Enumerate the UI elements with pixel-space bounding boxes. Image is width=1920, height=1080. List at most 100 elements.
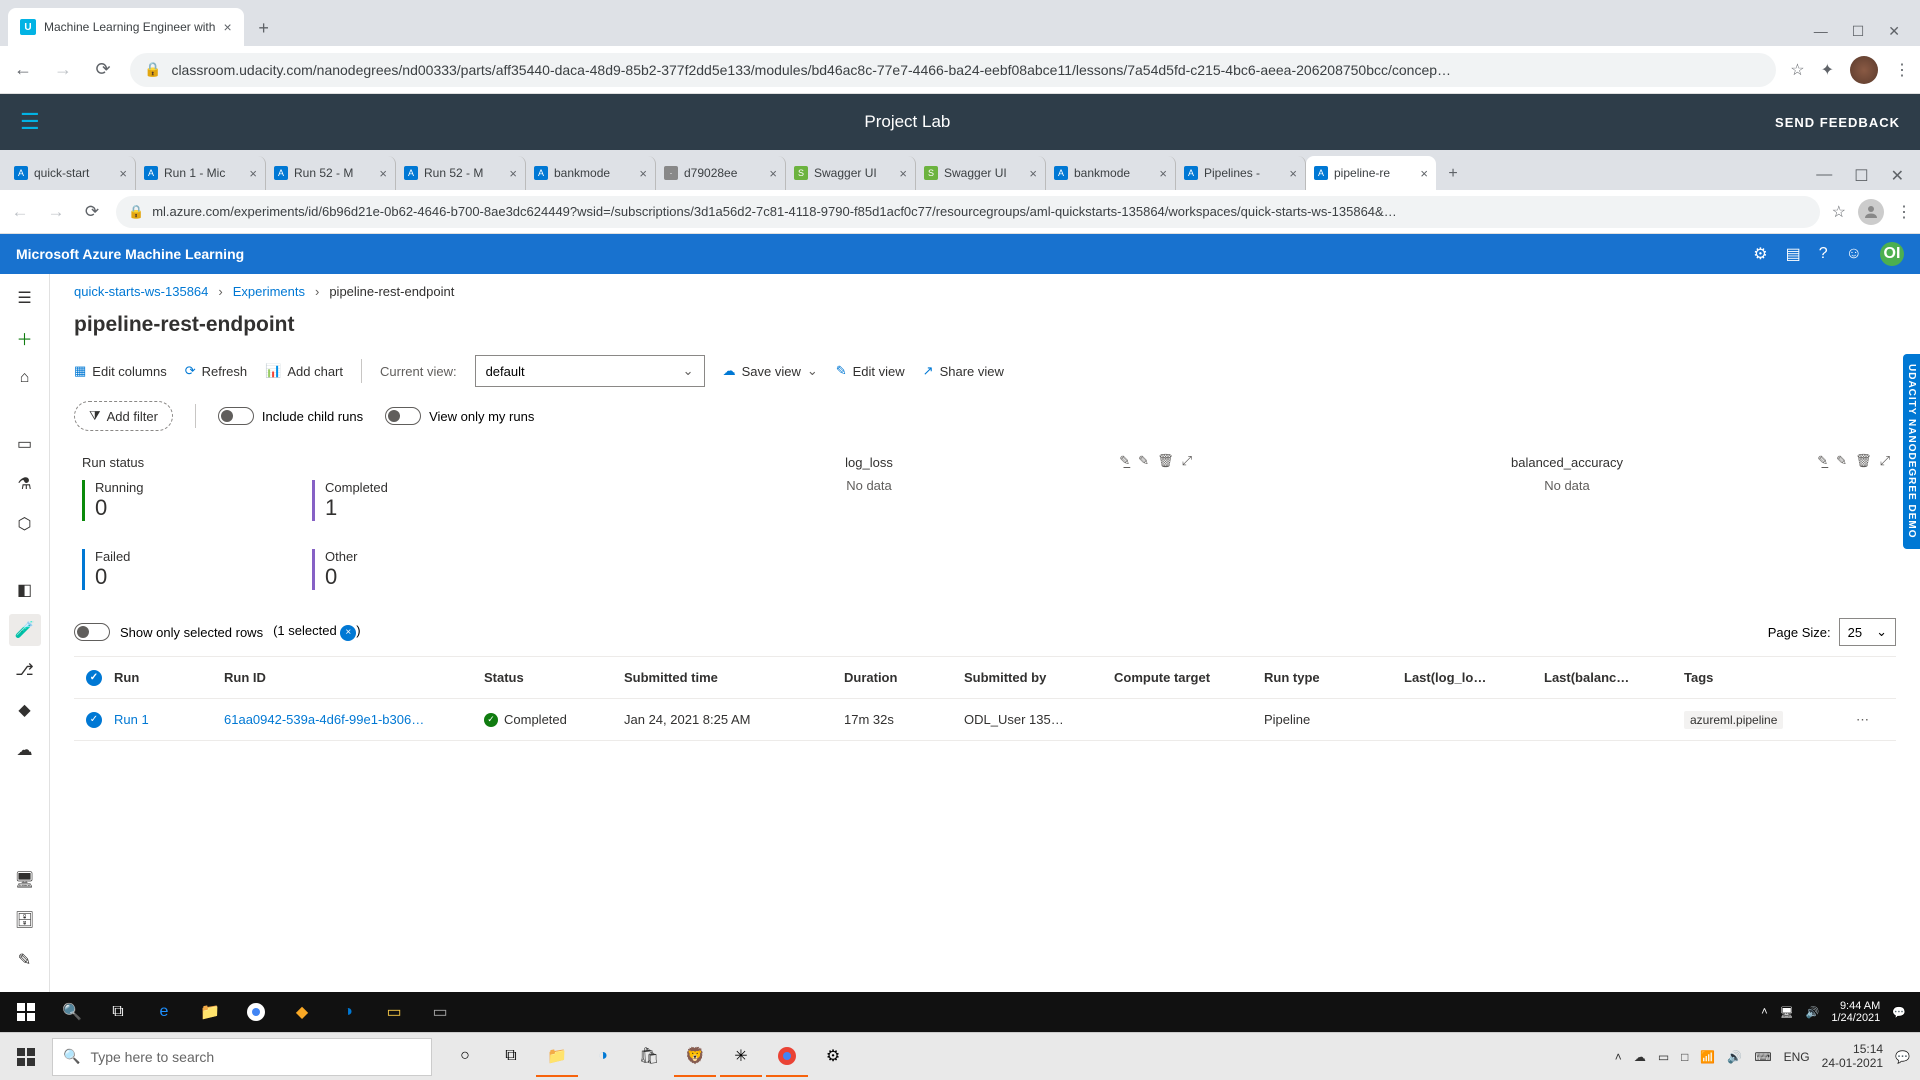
inner-tab-run52a[interactable]: ARun 52 - M× xyxy=(266,156,396,190)
help-icon[interactable]: ? xyxy=(1819,245,1828,263)
edit-view-button[interactable]: ✎Edit view xyxy=(836,363,905,379)
models-icon[interactable]: ◆ xyxy=(9,694,41,726)
notebook-icon[interactable]: ▤ xyxy=(1786,244,1801,264)
trash-icon[interactable]: 🗑 xyxy=(1157,453,1174,469)
close-icon[interactable]: × xyxy=(769,166,777,181)
tray-chevron-icon[interactable]: ˄ xyxy=(1615,1050,1622,1064)
search-icon[interactable]: 🔍 xyxy=(52,996,92,1028)
close-icon[interactable]: × xyxy=(223,19,231,35)
endpoints-icon[interactable]: ☁ xyxy=(9,734,41,766)
edit-columns-button[interactable]: ▦Edit columns xyxy=(74,363,167,379)
expand-icon[interactable]: ⤢ xyxy=(1880,453,1890,469)
menu-icon[interactable]: ☰ xyxy=(9,282,41,314)
slack-icon[interactable]: ✳ xyxy=(720,1037,762,1077)
close-icon[interactable]: × xyxy=(119,166,127,181)
plus-icon[interactable]: ＋ xyxy=(9,322,41,354)
add-filter-button[interactable]: ⧩Add filter xyxy=(74,401,173,431)
outer-omnibox[interactable]: 🔒 classroom.udacity.com/nanodegrees/nd00… xyxy=(130,53,1776,87)
inner-tab-run1[interactable]: ARun 1 - Mic× xyxy=(136,156,266,190)
explorer-icon[interactable]: 📁 xyxy=(536,1037,578,1077)
forward-icon[interactable]: → xyxy=(44,202,68,222)
send-feedback-link[interactable]: SEND FEEDBACK xyxy=(1775,115,1900,130)
trash-icon[interactable]: 🗑 xyxy=(1855,453,1872,469)
notifications-icon[interactable]: 💬 xyxy=(1892,1006,1906,1019)
add-chart-button[interactable]: 📊Add chart xyxy=(265,363,343,379)
close-icon[interactable]: × xyxy=(899,166,907,181)
chrome-icon[interactable] xyxy=(236,996,276,1028)
tray-network-icon[interactable]: 🖥 xyxy=(1780,1006,1794,1019)
notebooks-icon[interactable]: ▭ xyxy=(9,428,41,460)
col-run-type[interactable]: Run type xyxy=(1264,670,1404,685)
chart-type-icon[interactable]: ✎̲ xyxy=(1817,453,1828,469)
inner-tab-run52b[interactable]: ARun 52 - M× xyxy=(396,156,526,190)
chrome-icon[interactable] xyxy=(766,1037,808,1077)
inner-tab-swagger1[interactable]: SSwagger UI× xyxy=(786,156,916,190)
back-icon[interactable]: ← xyxy=(8,202,32,222)
close-icon[interactable]: × xyxy=(379,166,387,181)
save-view-button[interactable]: ☁Save view⌄ xyxy=(723,363,818,379)
breadcrumb-experiments[interactable]: Experiments xyxy=(233,284,305,299)
inner-tab-bankmodel1[interactable]: Abankmode× xyxy=(526,156,656,190)
close-icon[interactable]: × xyxy=(509,166,517,181)
clear-selection-icon[interactable]: × xyxy=(340,625,356,641)
labeling-icon[interactable]: ✎ xyxy=(9,944,41,976)
share-view-button[interactable]: ↗Share view xyxy=(923,363,1004,379)
inner-tab-pipeline-rest[interactable]: Apipeline-re× xyxy=(1306,156,1436,190)
outer-avatar[interactable] xyxy=(1850,56,1878,84)
new-tab-button[interactable]: + xyxy=(250,14,278,42)
more-icon[interactable]: ⋮ xyxy=(1894,60,1910,80)
close-window-icon[interactable]: ✕ xyxy=(1891,166,1904,186)
minimize-icon[interactable]: — xyxy=(1816,166,1832,186)
wifi-icon[interactable]: 📶 xyxy=(1700,1050,1715,1064)
inner-omnibox[interactable]: 🔒 ml.azure.com/experiments/id/6b96d21e-0… xyxy=(116,196,1820,228)
run-id-link[interactable]: 61aa0942-539a-4d6f-99e1-b306… xyxy=(224,712,484,727)
automl-icon[interactable]: ⚗ xyxy=(9,468,41,500)
compute-icon[interactable]: 🖥 xyxy=(9,864,41,896)
col-run-id[interactable]: Run ID xyxy=(224,670,484,685)
brave-icon[interactable]: 🦁 xyxy=(674,1037,716,1077)
close-icon[interactable]: × xyxy=(639,166,647,181)
col-run[interactable]: Run xyxy=(114,670,224,685)
close-icon[interactable]: × xyxy=(1420,166,1428,181)
tray-sound-icon[interactable]: 🔊 xyxy=(1806,1006,1820,1019)
battery-icon[interactable]: □ xyxy=(1681,1050,1688,1064)
edge-icon[interactable]: ◑ xyxy=(328,996,368,1028)
col-duration[interactable]: Duration xyxy=(844,670,964,685)
col-last-bal[interactable]: Last(balanc… xyxy=(1544,670,1684,685)
table-row[interactable]: ✓ Run 1 61aa0942-539a-4d6f-99e1-b306… ✓C… xyxy=(74,699,1896,741)
reload-icon[interactable]: ⟳ xyxy=(90,59,116,80)
taskbar-search[interactable]: 🔍 Type here to search xyxy=(52,1038,432,1076)
settings-icon[interactable]: ⚙ xyxy=(812,1037,854,1077)
notepad-icon[interactable]: ▭ xyxy=(420,996,460,1028)
notifications-icon[interactable]: 💬 xyxy=(1895,1050,1910,1064)
inner-avatar[interactable] xyxy=(1858,199,1884,225)
more-icon[interactable]: ⋮ xyxy=(1896,202,1912,222)
expand-icon[interactable]: ⤢ xyxy=(1182,453,1192,469)
pencil-icon[interactable]: ✎ xyxy=(1836,453,1847,469)
col-submitted[interactable]: Submitted time xyxy=(624,670,844,685)
pencil-icon[interactable]: ✎ xyxy=(1138,453,1149,469)
star-icon[interactable]: ☆ xyxy=(1790,60,1804,80)
taskview-icon[interactable]: ⧉ xyxy=(98,996,138,1028)
minimize-icon[interactable]: — xyxy=(1814,23,1828,40)
include-child-toggle[interactable]: Include child runs xyxy=(218,407,363,425)
gear-icon[interactable]: ⚙ xyxy=(1753,244,1767,264)
col-last-log[interactable]: Last(log_lo… xyxy=(1404,670,1544,685)
edge-icon[interactable]: ◑ xyxy=(582,1037,624,1077)
show-selected-toggle[interactable] xyxy=(74,623,110,641)
hamburger-icon[interactable]: ☰ xyxy=(20,109,40,135)
back-icon[interactable]: ← xyxy=(10,59,36,80)
view-only-my-toggle[interactable]: View only my runs xyxy=(385,407,534,425)
cortana-icon[interactable]: ○ xyxy=(444,1037,486,1077)
row-more-icon[interactable]: ⋯ xyxy=(1856,712,1896,728)
pipelines-icon[interactable]: ⎇ xyxy=(9,654,41,686)
select-all-checkbox[interactable]: ✓ xyxy=(74,670,114,686)
home-icon[interactable]: ⌂ xyxy=(9,362,41,394)
smile-icon[interactable]: ☺ xyxy=(1846,245,1862,263)
inner-tab-quickstart[interactable]: Aquick-start× xyxy=(6,156,136,190)
start-icon[interactable] xyxy=(4,1037,48,1077)
close-icon[interactable]: × xyxy=(1289,166,1297,181)
inner-tab-d79[interactable]: ·d79028ee× xyxy=(656,156,786,190)
extensions-icon[interactable]: ✦ xyxy=(1821,60,1834,80)
experiments-icon[interactable]: 🧪 xyxy=(9,614,41,646)
